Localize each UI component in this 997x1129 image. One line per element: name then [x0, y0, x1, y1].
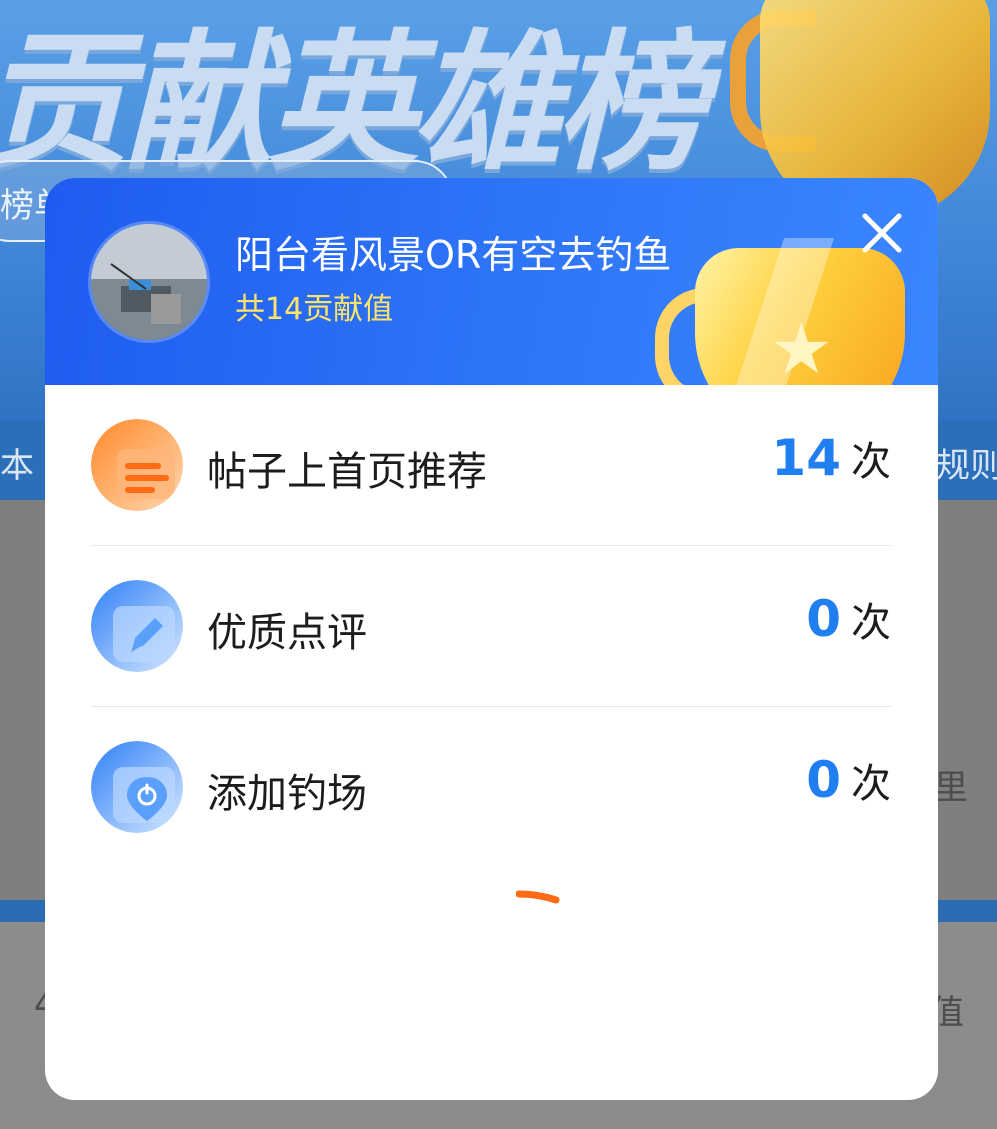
location-pin-icon	[91, 741, 183, 833]
item-count-number: 14	[771, 429, 841, 487]
document-list-icon	[91, 419, 183, 511]
contribution-list: 帖子上首页推荐 14 次 优质点评 0 次 添加钓场 0 次	[91, 385, 891, 867]
item-count: 0次	[806, 751, 891, 809]
item-count-unit: 次	[851, 600, 891, 646]
close-icon	[862, 213, 902, 253]
info-bar-left-text: 本	[0, 446, 34, 486]
contribution-modal: ★ 阳台看风景OR有空去钓鱼 共14贡献值 帖子上首页推荐 14 次 优质点评 …	[45, 178, 938, 1100]
list-item: 添加钓场 0次	[91, 707, 891, 867]
avatar[interactable]	[91, 224, 207, 340]
item-count: 14 次	[771, 429, 891, 487]
close-button[interactable]	[857, 208, 907, 258]
item-count-number: 0	[806, 751, 841, 809]
user-name: 阳台看风景OR有空去钓鱼	[235, 233, 672, 277]
item-label: 添加钓场	[207, 771, 367, 817]
item-count-unit: 次	[851, 439, 891, 485]
rules-link[interactable]: 规则	[936, 438, 997, 487]
modal-header: ★ 阳台看风景OR有空去钓鱼 共14贡献值	[45, 178, 938, 385]
item-count-unit: 次	[851, 761, 891, 807]
avatar-photo	[91, 224, 207, 340]
list-item: 优质点评 0次	[91, 546, 891, 707]
loading-indicator-icon	[516, 890, 560, 904]
list-item: 帖子上首页推荐 14 次	[91, 385, 891, 546]
background-text: 里	[934, 768, 968, 808]
item-label: 帖子上首页推荐	[207, 449, 487, 495]
item-count: 0次	[806, 590, 891, 648]
item-label: 优质点评	[207, 610, 367, 656]
user-contribution-total: 共14贡献值	[235, 292, 394, 327]
item-count-number: 0	[806, 590, 841, 648]
trophy-icon: ★	[655, 238, 925, 385]
pencil-edit-icon	[91, 580, 183, 672]
